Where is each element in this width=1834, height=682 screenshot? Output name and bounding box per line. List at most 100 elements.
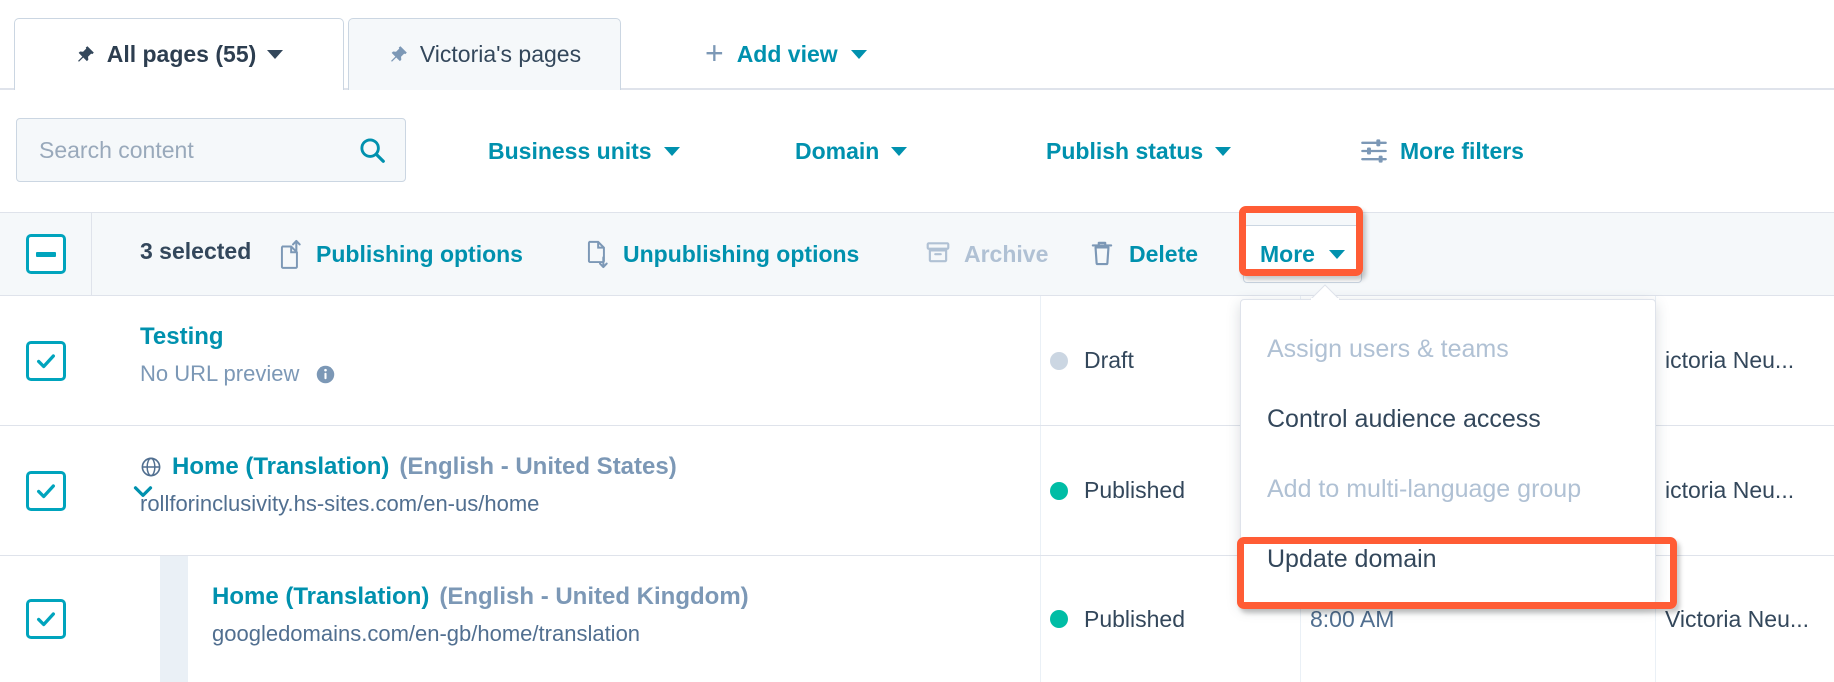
status-label: Draft [1084,347,1134,374]
search-icon[interactable] [357,135,387,165]
page-language-label: (English - United Kingdom) [439,583,748,611]
status-dot-icon [1050,352,1068,370]
menu-item-update-domain[interactable]: Update domain [1241,524,1655,594]
page-title-line: Home (Translation) (English - United Kin… [212,583,749,611]
row-checkbox[interactable] [26,341,66,381]
menu-item-assign-users-teams: Assign users & teams [1241,314,1655,384]
chevron-down-icon[interactable] [851,50,867,59]
search-input[interactable] [39,137,357,164]
filter-label: Publish status [1046,138,1203,165]
page-url-subtitle: googledomains.com/en-gb/home/translation [212,621,749,647]
row-checkbox[interactable] [26,599,66,639]
page-language-label: (English - United States) [399,453,676,481]
filter-publish-status[interactable]: Publish status [1046,133,1231,169]
page-name-cell: Home (Translation) (English - United Kin… [212,583,749,647]
menu-item-label: Control audience access [1267,405,1541,434]
globe-icon [140,456,162,478]
download-doc-icon [584,239,610,269]
add-view-button[interactable]: + Add view [705,30,867,78]
page-title-link[interactable]: Testing [140,323,224,351]
child-row-indent-rail [160,556,188,682]
indeterminate-mark-icon [36,252,56,257]
menu-item-label: Update domain [1267,545,1437,574]
chevron-down-icon[interactable] [1329,250,1345,259]
publishing-options-button[interactable]: Publishing options [277,237,523,271]
tab-all-pages[interactable]: All pages (55) [14,18,344,90]
filter-domain[interactable]: Domain [795,133,907,169]
page-title-line: Testing [140,323,336,351]
check-icon [35,480,57,502]
chevron-down-icon[interactable] [891,147,907,156]
archive-button: Archive [925,237,1048,271]
action-label: Publishing options [316,241,523,268]
page-title-link[interactable]: Home (Translation) [212,583,429,611]
plus-icon: + [705,37,724,69]
pin-icon [75,44,96,65]
column-divider [1040,426,1041,555]
trash-icon [1090,239,1116,269]
tab-label: Victoria's pages [420,41,581,68]
status-label: Published [1084,606,1185,633]
action-label: Unpublishing options [623,241,859,268]
upload-doc-icon [277,239,303,269]
status-dot-icon [1050,610,1068,628]
unpublishing-options-button[interactable]: Unpublishing options [584,237,859,271]
menu-item-label: Assign users & teams [1267,335,1509,364]
page-url-subtitle: rollforinclusivity.hs-sites.com/en-us/ho… [140,491,677,517]
column-divider [1040,296,1041,425]
more-filters-label: More filters [1400,138,1524,165]
status-cell: Published [1050,556,1185,682]
action-label: Archive [964,241,1048,268]
column-divider [1040,556,1041,682]
author-cell: Victoria Neu... [1665,556,1809,682]
select-all-checkbox[interactable] [26,234,66,274]
chevron-down-icon[interactable] [1215,147,1231,156]
page-url-text: No URL preview [140,361,299,386]
pin-icon [388,44,409,65]
menu-item-control-audience-access[interactable]: Control audience access [1241,384,1655,454]
delete-button[interactable]: Delete [1090,237,1198,271]
filter-business-units[interactable]: Business units [488,133,680,169]
add-view-label: Add view [737,41,838,68]
status-dot-icon [1050,482,1068,500]
row-checkbox-cell [0,296,92,425]
more-label: More [1260,241,1315,268]
dropdown-pointer-arrow [1310,284,1340,300]
more-actions-button[interactable]: More [1243,225,1362,283]
more-actions-dropdown: Assign users & teams Control audience ac… [1240,299,1656,605]
page-root: All pages (55) Victoria's pages + Add vi… [0,0,1834,682]
search-content-box[interactable] [16,118,406,182]
status-cell: Draft [1050,296,1134,425]
selection-toolbar: 3 selected Publishing options [0,212,1834,296]
row-checkbox[interactable] [26,471,66,511]
status-cell: Published [1050,426,1185,555]
more-filters-icon [1360,138,1388,164]
check-icon [35,608,57,630]
archive-box-icon [925,239,951,269]
menu-item-add-to-multi-language-group: Add to multi-language group [1241,454,1655,524]
tab-label: All pages (55) [107,41,257,68]
author-cell: ictoria Neu... [1665,296,1794,425]
info-icon[interactable] [315,364,336,385]
selected-count-label: 3 selected [140,238,251,265]
filter-label: Business units [488,138,652,165]
view-tab-strip: All pages (55) Victoria's pages + Add vi… [0,0,1834,90]
more-filters-button[interactable]: More filters [1360,133,1524,169]
select-all-cell [0,213,92,295]
row-checkbox-cell [0,426,92,555]
check-icon [35,350,57,372]
page-name-cell: Testing No URL preview [140,323,336,387]
author-cell: ictoria Neu... [1665,426,1794,555]
tab-victorias-pages[interactable]: Victoria's pages [348,18,621,90]
row-checkbox-cell [0,556,92,682]
menu-item-label: Add to multi-language group [1267,475,1581,504]
page-name-cell: Home (Translation) (English - United Sta… [140,453,677,517]
page-url-subtitle: No URL preview [140,361,336,387]
chevron-down-icon[interactable] [267,50,283,59]
filter-label: Domain [795,138,879,165]
action-label: Delete [1129,241,1198,268]
page-title-line: Home (Translation) (English - United Sta… [140,453,677,481]
chevron-down-icon[interactable] [664,147,680,156]
page-title-link[interactable]: Home (Translation) [172,453,389,481]
filter-bar: Business units Domain Publish status [0,90,1834,212]
